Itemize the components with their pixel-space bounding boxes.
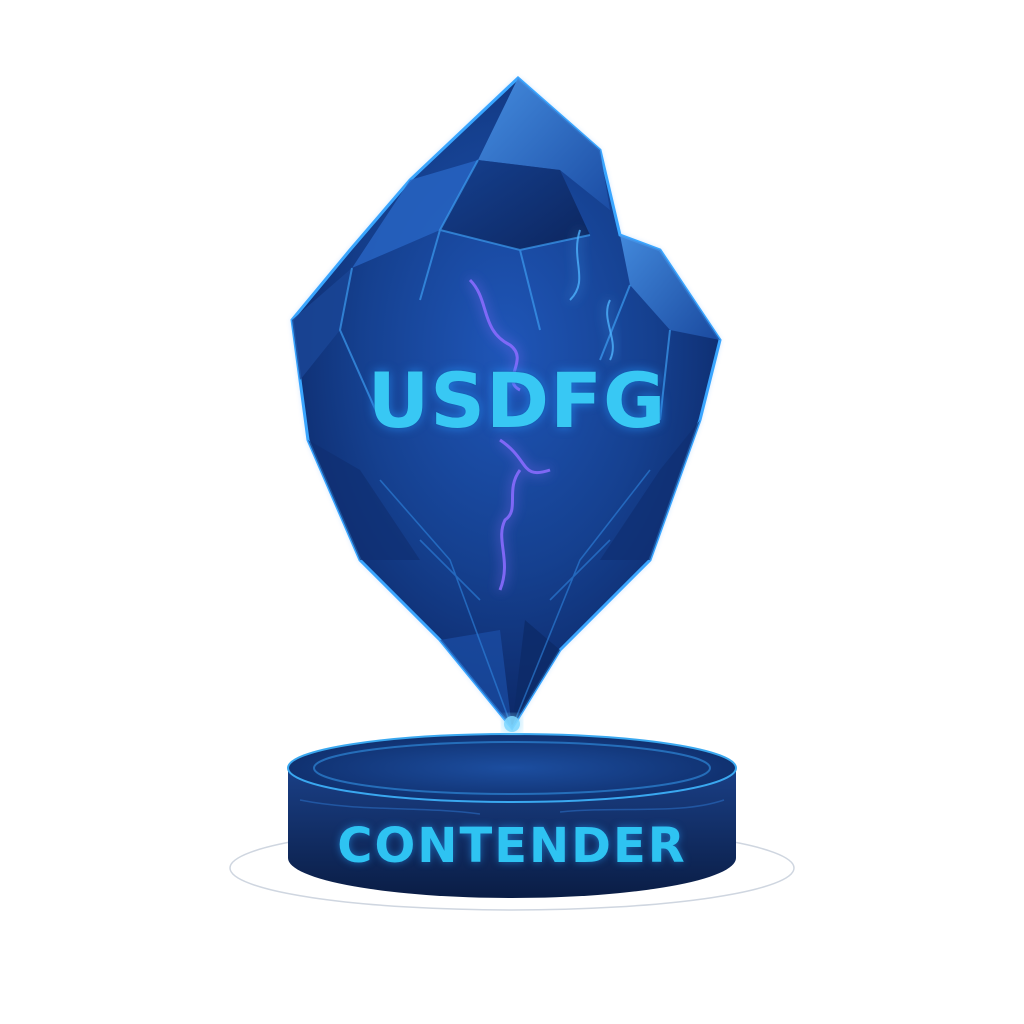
emblem-stage: USDFG CONTENDER <box>0 0 1024 1024</box>
crystal-title: USDFG <box>367 355 667 445</box>
pedestal-label: CONTENDER <box>337 818 687 874</box>
